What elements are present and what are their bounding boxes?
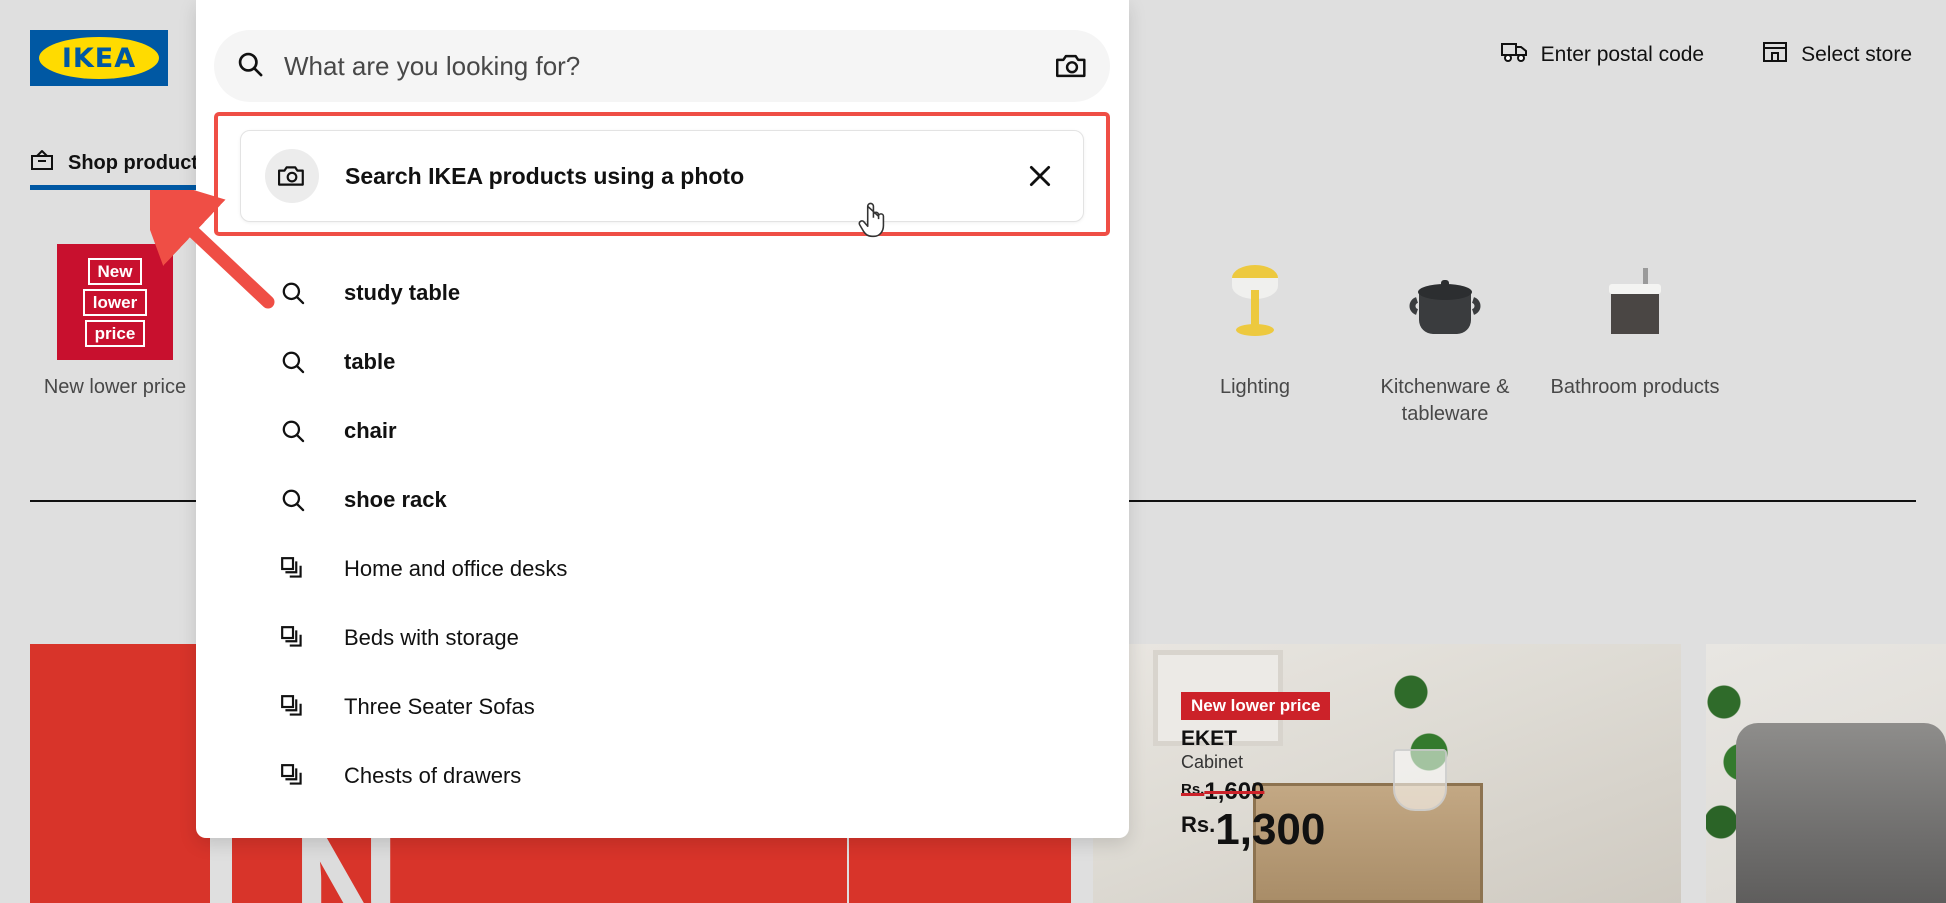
photo-search-label: Search IKEA products using a photo <box>345 162 745 189</box>
old-price-currency: Rs. <box>1181 780 1205 798</box>
new-price-value: 1,300 <box>1215 805 1326 855</box>
close-icon[interactable] <box>1021 157 1059 195</box>
header-utility-links: Enter postal code Select store <box>1500 40 1912 70</box>
enter-postal-code-button[interactable]: Enter postal code <box>1500 41 1705 69</box>
product-type: Cabinet <box>1181 752 1244 773</box>
new-lower-price-tile: New lower price <box>57 244 173 360</box>
product-old-price: Rs.1,600 <box>1181 778 1391 806</box>
suggestion-item[interactable]: Home and office desks <box>196 534 1129 603</box>
lamp-thumb <box>1197 244 1313 360</box>
sofa-furniture <box>1736 723 1946 903</box>
category-tile-bathroom-products[interactable]: Bathroom products <box>1540 244 1730 428</box>
logo-text: IKEA <box>39 37 159 79</box>
old-price-value: 1,600 <box>1204 778 1265 806</box>
search-icon <box>280 418 314 444</box>
suggestion-label: chair <box>344 417 397 443</box>
tile-line: price <box>84 319 146 347</box>
search-icon <box>236 50 264 83</box>
category-label: Kitchenware & tableware <box>1380 376 1510 425</box>
search-suggestions-list: study table table chair shoe rack Home and o… <box>196 258 1129 810</box>
promo-banner-room-photo[interactable]: New lower price EKET Cabinet Rs.1,600 Rs… <box>1093 644 1681 903</box>
nav-item-shop-products[interactable]: Shop products <box>30 124 210 202</box>
search-overlay-panel: What are you looking for? Search IKEA pr… <box>196 0 1129 838</box>
suggestion-label: table <box>344 348 396 374</box>
nav-item-label: Shop products <box>68 151 210 174</box>
suggestion-item[interactable]: table <box>196 327 1129 396</box>
suggestion-item[interactable]: Three Seater Sofas <box>196 672 1129 741</box>
suggestion-item[interactable]: Chests of drawers <box>196 741 1129 810</box>
search-bar[interactable]: What are you looking for? <box>214 30 1110 102</box>
tile-line: lower <box>82 288 148 316</box>
product-new-price: Rs.1,300 <box>1181 808 1391 852</box>
select-store-button[interactable]: Select store <box>1762 40 1912 70</box>
photo-search-callout: Search IKEA products using a photo <box>214 112 1110 236</box>
suggestion-label: Beds with storage <box>344 624 519 650</box>
camera-search-icon[interactable] <box>1056 52 1088 80</box>
store-icon <box>1762 40 1788 70</box>
category-stack-icon <box>280 556 314 582</box>
category-label: New lower price <box>43 376 187 398</box>
search-input[interactable]: What are you looking for? <box>284 51 1056 82</box>
category-stack-icon <box>280 694 314 720</box>
category-tile-kitchenware-tableware[interactable]: Kitchenware & tableware <box>1350 244 1540 428</box>
search-icon <box>280 349 314 375</box>
suggestion-item[interactable]: shoe rack <box>196 465 1129 534</box>
new-price-currency: Rs. <box>1181 812 1216 837</box>
select-store-label: Select store <box>1801 43 1912 66</box>
ikea-logo[interactable]: IKEA <box>30 30 168 86</box>
suggestion-label: Three Seater Sofas <box>344 693 535 719</box>
glass-decor <box>1393 749 1447 811</box>
category-stack-icon <box>280 625 314 651</box>
promo-banner-left[interactable] <box>30 644 210 903</box>
search-icon <box>280 487 314 513</box>
category-label: Lighting <box>1219 376 1291 398</box>
suggestion-label: Chests of drawers <box>344 762 522 788</box>
promo-banner-sofa-photo[interactable] <box>1706 644 1946 903</box>
postal-code-label: Enter postal code <box>1540 43 1705 66</box>
ikea-homepage: IKEA Enter postal code Select store Shop… <box>0 0 1946 903</box>
sink-thumb <box>1577 244 1693 360</box>
new-lower-price-badge: New lower price <box>1181 692 1331 720</box>
camera-icon <box>265 149 319 203</box>
category-tile-lighting[interactable]: Lighting <box>1160 244 1350 428</box>
pot-thumb <box>1387 244 1503 360</box>
suggestion-label: shoe rack <box>344 486 447 512</box>
suggestion-item[interactable]: study table <box>196 258 1129 327</box>
photo-search-option[interactable]: Search IKEA products using a photo <box>240 130 1084 222</box>
suggestion-item[interactable]: chair <box>196 396 1129 465</box>
suggestion-label: study table <box>344 279 461 305</box>
tile-line: New <box>87 257 143 285</box>
delivery-truck-icon <box>1500 41 1528 69</box>
search-icon <box>280 280 314 306</box>
suggestion-item[interactable]: Beds with storage <box>196 603 1129 672</box>
category-label: Bathroom products <box>1550 376 1720 398</box>
product-name: EKET <box>1181 727 1238 750</box>
category-stack-icon <box>280 763 314 789</box>
product-price-card: New lower price EKET Cabinet Rs.1,600 Rs… <box>1181 692 1391 852</box>
suggestion-label: Home and office desks <box>344 555 568 581</box>
new-lower-price-tile: New lower price <box>57 244 173 360</box>
shop-icon <box>30 149 54 177</box>
category-tile-new-lower-price[interactable]: New lower price New lower price <box>20 244 210 428</box>
